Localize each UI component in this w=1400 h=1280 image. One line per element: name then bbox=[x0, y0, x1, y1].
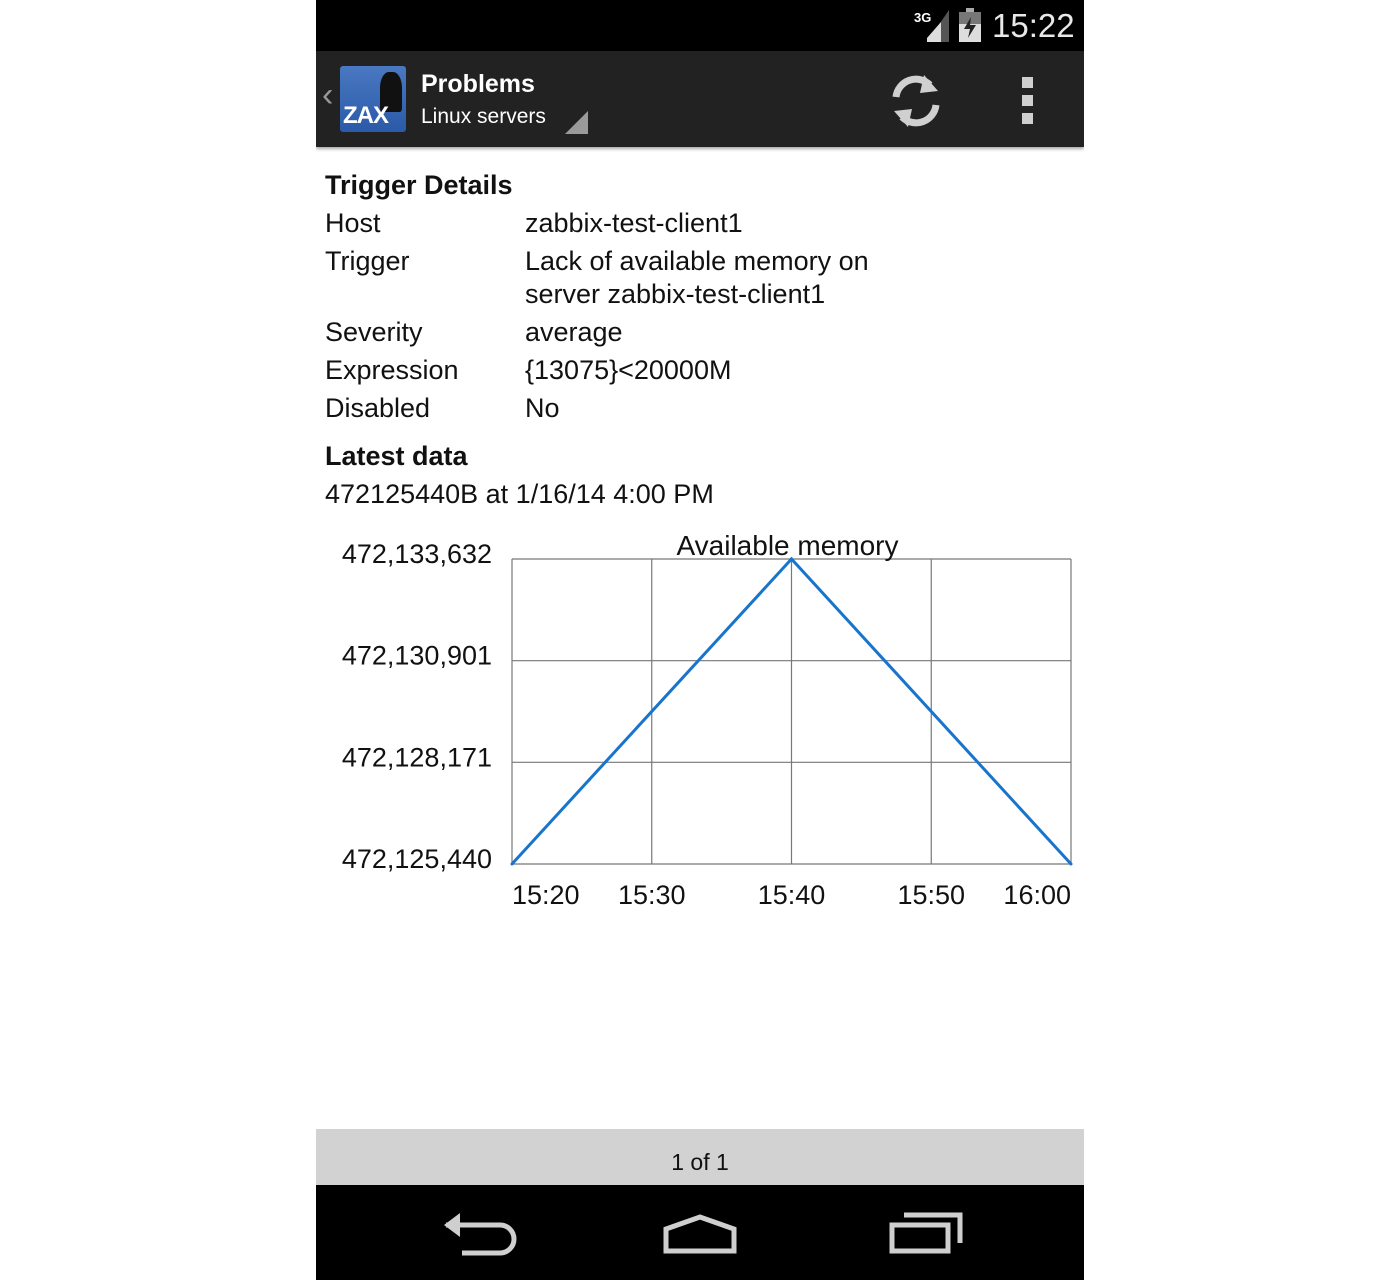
overflow-menu-icon[interactable] bbox=[1016, 75, 1040, 125]
x-tick-label: 15:40 bbox=[758, 880, 826, 910]
disabled-value: No bbox=[525, 393, 560, 423]
x-tick-label: 16:00 bbox=[1003, 880, 1071, 910]
action-bar: ‹ ZAX Problems Linux servers bbox=[316, 51, 1084, 147]
logo-text: ZAX bbox=[343, 102, 389, 129]
expression-label: Expression bbox=[325, 355, 459, 385]
y-tick-label: 472,130,901 bbox=[342, 641, 492, 671]
back-icon[interactable] bbox=[430, 1205, 526, 1261]
y-tick-label: 472,133,632 bbox=[342, 539, 492, 569]
latest-data-value: 472125440B at 1/16/14 4:00 PM bbox=[325, 479, 714, 509]
spinner-arrow-icon[interactable] bbox=[565, 111, 588, 134]
data-point bbox=[510, 862, 514, 866]
signal-icon bbox=[927, 10, 949, 42]
page-indicator: 1 of 1 bbox=[671, 1149, 729, 1175]
y-tick-label: 472,128,171 bbox=[342, 742, 492, 772]
expression-value: {13075}<20000M bbox=[525, 355, 732, 385]
pager: 1 of 1 bbox=[316, 1129, 1084, 1185]
x-tick-label: 15:50 bbox=[897, 880, 965, 910]
status-bar: 3G 15:22 bbox=[316, 0, 1084, 51]
host-group-spinner[interactable]: Linux servers bbox=[421, 105, 546, 129]
disabled-label: Disabled bbox=[325, 393, 431, 423]
data-point bbox=[1069, 862, 1073, 866]
chevron-left-icon[interactable]: ‹ bbox=[322, 75, 333, 115]
phone-screen: 3G 15:22 ‹ ZAX Problems Linux servers Tr… bbox=[316, 0, 1084, 1280]
x-tick-label: 15:20 bbox=[512, 880, 580, 910]
trigger-label: Trigger bbox=[325, 246, 410, 276]
y-tick-label: 472,125,440 bbox=[342, 844, 492, 874]
clock: 15:22 bbox=[992, 7, 1075, 44]
host-value: zabbix-test-client1 bbox=[525, 208, 743, 238]
trigger-details-heading: Trigger Details bbox=[325, 170, 513, 200]
severity-label: Severity bbox=[325, 317, 423, 347]
severity-value: average bbox=[525, 317, 623, 347]
latest-data-heading: Latest data bbox=[325, 441, 468, 471]
chart-title: Available memory bbox=[676, 530, 898, 561]
home-icon[interactable] bbox=[652, 1205, 748, 1261]
battery-icon bbox=[959, 8, 981, 42]
refresh-icon[interactable] bbox=[888, 73, 944, 129]
memory-chart: 15:20 15:30 15:40 15:50 16:00 472,125,440 472,… bbox=[342, 530, 1073, 910]
recent-apps-icon[interactable] bbox=[876, 1205, 972, 1261]
trigger-value-line2: server zabbix-test-client1 bbox=[525, 279, 826, 309]
trigger-value-line1: Lack of available memory on bbox=[525, 246, 869, 276]
host-label: Host bbox=[325, 208, 381, 238]
app-logo[interactable]: ZAX bbox=[340, 66, 406, 132]
x-tick-label: 15:30 bbox=[618, 880, 686, 910]
navigation-bar bbox=[316, 1185, 1084, 1280]
page-title: Problems bbox=[421, 70, 535, 98]
